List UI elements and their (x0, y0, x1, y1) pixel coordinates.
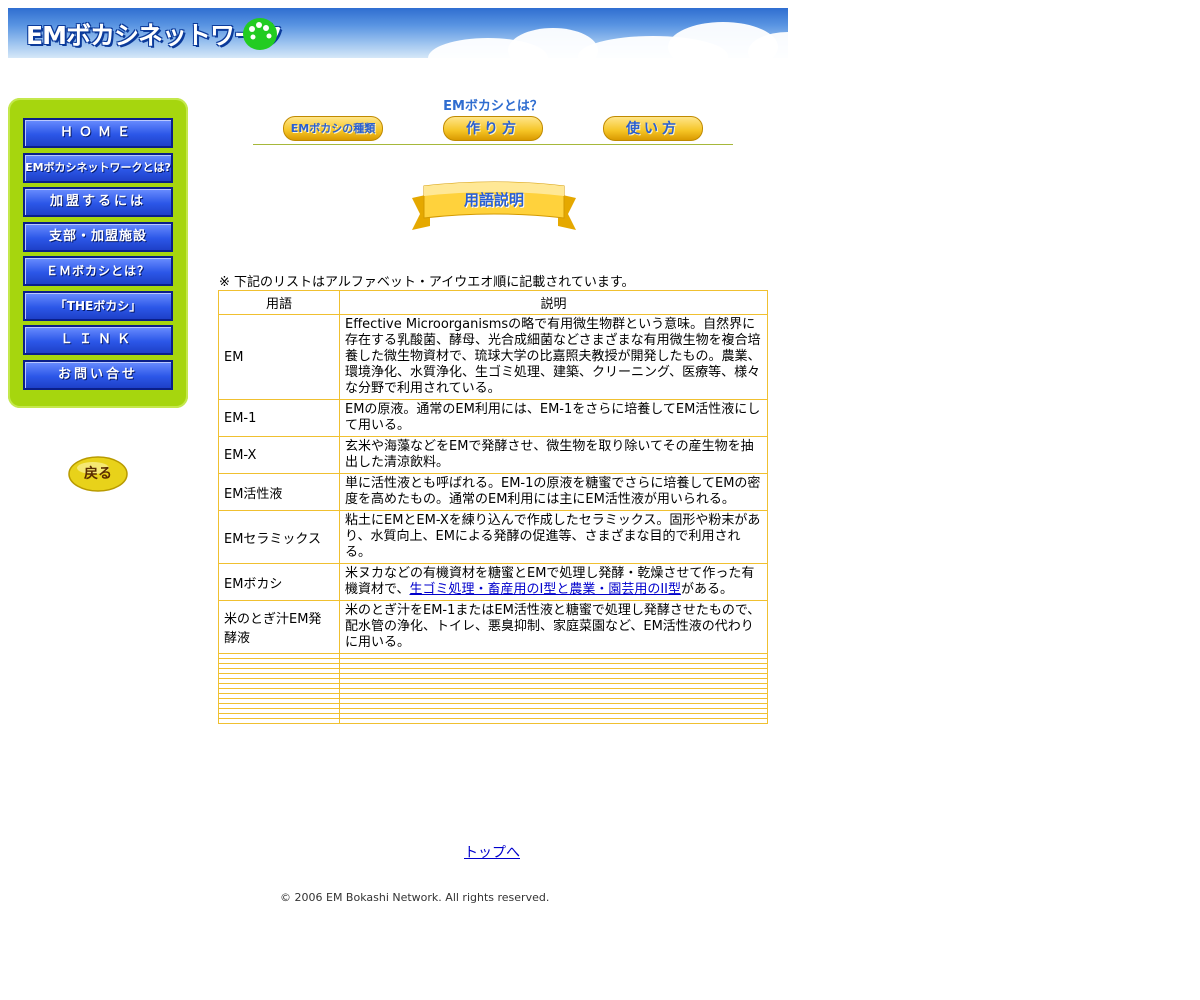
table-row: 米のとぎ汁EM発酵液 米のとぎ汁をEM-1またはEM活性液と糖蜜で処理し発酵させ… (218, 600, 768, 654)
tab-bokashi-types[interactable]: EMボカシの種類 (283, 116, 383, 141)
description-cell: 米ヌカなどの有機資材を糖蜜とEMで処理し発酵・乾燥させて作った有機資材で、生ゴミ… (339, 563, 768, 601)
empty-row (218, 718, 768, 724)
term-cell: EM-X (218, 436, 340, 474)
term-cell: EMボカシ (218, 563, 340, 601)
section-title: 用語説明 (463, 191, 524, 209)
back-button[interactable]: 戻る (68, 456, 128, 492)
table-header-row: 用語 説明 (218, 290, 768, 315)
term-cell: 米のとぎ汁EM発酵液 (218, 600, 340, 654)
tab-how-to-use[interactable]: 使い方 (603, 116, 703, 141)
description-cell: 米のとぎ汁をEM-1またはEM活性液と糖蜜で処理し発酵させたもので、配水管の浄化… (339, 600, 768, 654)
description-cell: 玄米や海藻などをEMで発酵させ、微生物を取り除いてその産生物を抽出した清涼飲料。 (339, 436, 768, 474)
sidebar-item-about-bokashi[interactable]: ＥＭボカシとは？ (23, 256, 173, 286)
table-row: EM-X 玄米や海藻などをEMで発酵させ、微生物を取り除いてその産生物を抽出した… (218, 436, 768, 474)
column-header-term: 用語 (218, 290, 340, 315)
column-header-description: 説明 (339, 290, 768, 315)
sidebar-item-home[interactable]: ＨＯＭＥ (23, 118, 173, 148)
section-ribbon: 用語説明 (410, 180, 578, 232)
palette-logo-icon (243, 18, 277, 50)
table-row: EM活性液 単に活性液とも呼ばれる。EM-1の原液を糖蜜でさらに培養してEMの密… (218, 473, 768, 511)
table-row: EMセラミックス 粘土にEMとEM-Xを練り込んで作成したセラミックス。固形や粉… (218, 510, 768, 564)
back-button-label: 戻る (84, 466, 112, 482)
sidebar-item-link[interactable]: ＬＩＮＫ (23, 325, 173, 355)
sidebar-nav: ＨＯＭＥ EMボカシネットワークとは? 加盟するには 支部・加盟施設 ＥＭボカシ… (8, 98, 188, 408)
copyright-text: © 2006 EM Bokashi Network. All rights re… (280, 891, 550, 904)
term-cell: EM (218, 314, 340, 400)
sidebar-item-join[interactable]: 加盟するには (23, 187, 173, 217)
term-cell: EM-1 (218, 399, 340, 437)
description-text: がある。 (681, 582, 734, 597)
table-row: EM-1 EMの原液。通常のEM利用には、EM-1をさらに培養してEM活性液にし… (218, 399, 768, 437)
table-row: EMボカシ 米ヌカなどの有機資材を糖蜜とEMで処理し発酵・乾燥させて作った有機資… (218, 563, 768, 601)
sidebar-item-contact[interactable]: お問い合せ (23, 360, 173, 390)
empty-cell (339, 718, 768, 724)
term-cell: EMセラミックス (218, 510, 340, 564)
empty-cell (218, 718, 340, 724)
subnav-divider (253, 144, 733, 145)
list-note: ※ 下記のリストはアルファベット・アイウエオ順に記載されています。 (219, 275, 635, 290)
back-to-top-link[interactable]: トップへ (464, 842, 520, 862)
subnav-title: EMボカシとは？ (443, 99, 543, 114)
description-cell: 単に活性液とも呼ばれる。EM-1の原液を糖蜜でさらに培養してEMの密度を高めたも… (339, 473, 768, 511)
sidebar-item-branches[interactable]: 支部・加盟施設 (23, 222, 173, 252)
bokashi-types-link[interactable]: 生ゴミ処理・畜産用のI型と農業・園芸用のII型 (409, 582, 681, 597)
sidebar-item-about-network[interactable]: EMボカシネットワークとは? (23, 153, 173, 183)
sidebar-item-the-bokashi[interactable]: 「THEボカシ」 (23, 291, 173, 321)
tab-how-to-make[interactable]: 作り方 (443, 116, 543, 141)
description-cell: 粘土にEMとEM-Xを練り込んで作成したセラミックス。固形や粉末があり、水質向上… (339, 510, 768, 564)
table-row: EM Effective Microorganismsの略で有用微生物群という意… (218, 314, 768, 400)
description-cell: EMの原液。通常のEM利用には、EM-1をさらに培養してEM活性液にして用いる。 (339, 399, 768, 437)
site-banner: EMボカシネットワーク (8, 8, 788, 58)
glossary-table: 用語 説明 EM Effective Microorganismsの略で有用微生… (218, 290, 768, 724)
term-cell: EM活性液 (218, 473, 340, 511)
description-cell: Effective Microorganismsの略で有用微生物群という意味。自… (339, 314, 768, 400)
